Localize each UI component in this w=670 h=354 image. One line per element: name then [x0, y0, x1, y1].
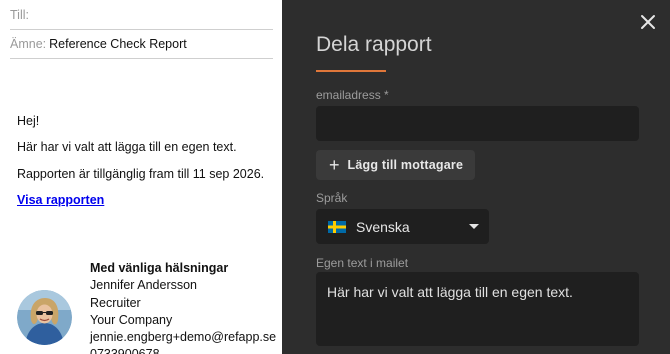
- view-report-link[interactable]: Visa rapporten: [17, 193, 104, 207]
- close-icon[interactable]: [640, 14, 656, 30]
- email-custom-text: Här har vi valt att lägga till en egen t…: [17, 140, 237, 154]
- email-label: emailadress *: [316, 88, 389, 102]
- email-availability-text: Rapporten är tillgänglig fram till 11 se…: [17, 167, 265, 181]
- signature-phone: 0733900678: [90, 347, 160, 354]
- custom-text-input[interactable]: Här har vi valt att lägga till en egen t…: [316, 272, 639, 346]
- signature-email: jennie.engberg+demo@refapp.se: [90, 330, 277, 344]
- add-recipient-button[interactable]: + Lägg till mottagare: [316, 150, 475, 180]
- subject-value: Reference Check Report: [49, 37, 187, 51]
- subject-field: Ämne: Reference Check Report: [10, 30, 273, 59]
- language-value: Svenska: [356, 218, 410, 235]
- to-field: Till:: [10, 1, 273, 30]
- language-label: Språk: [316, 191, 348, 205]
- avatar-photo-icon: [17, 290, 72, 345]
- panel-title: Dela rapport: [316, 33, 432, 56]
- signature-regards: Med vänliga hälsningar: [90, 261, 229, 275]
- signature-company: Your Company: [90, 313, 173, 327]
- email-greeting: Hej!: [17, 114, 40, 128]
- avatar: [17, 290, 72, 345]
- email-input[interactable]: [316, 106, 639, 141]
- chevron-down-icon: [469, 224, 479, 229]
- email-preview: Till: Ämne: Reference Check Report Hej! …: [0, 0, 282, 354]
- title-underline: [316, 70, 386, 72]
- signature-title: Recruiter: [90, 296, 141, 310]
- signature-name: Jennifer Andersson: [90, 278, 198, 292]
- share-report-panel: Dela rapport emailadress * + Lägg till m…: [282, 0, 670, 354]
- plus-icon: +: [329, 155, 340, 175]
- add-recipient-label: Lägg till mottagare: [347, 158, 464, 172]
- swedish-flag-icon: [328, 220, 346, 233]
- language-select[interactable]: Svenska: [316, 209, 489, 244]
- subject-label: Ämne:: [10, 37, 47, 51]
- custom-text-label: Egen text i mailet: [316, 256, 409, 270]
- to-label: Till:: [10, 8, 29, 22]
